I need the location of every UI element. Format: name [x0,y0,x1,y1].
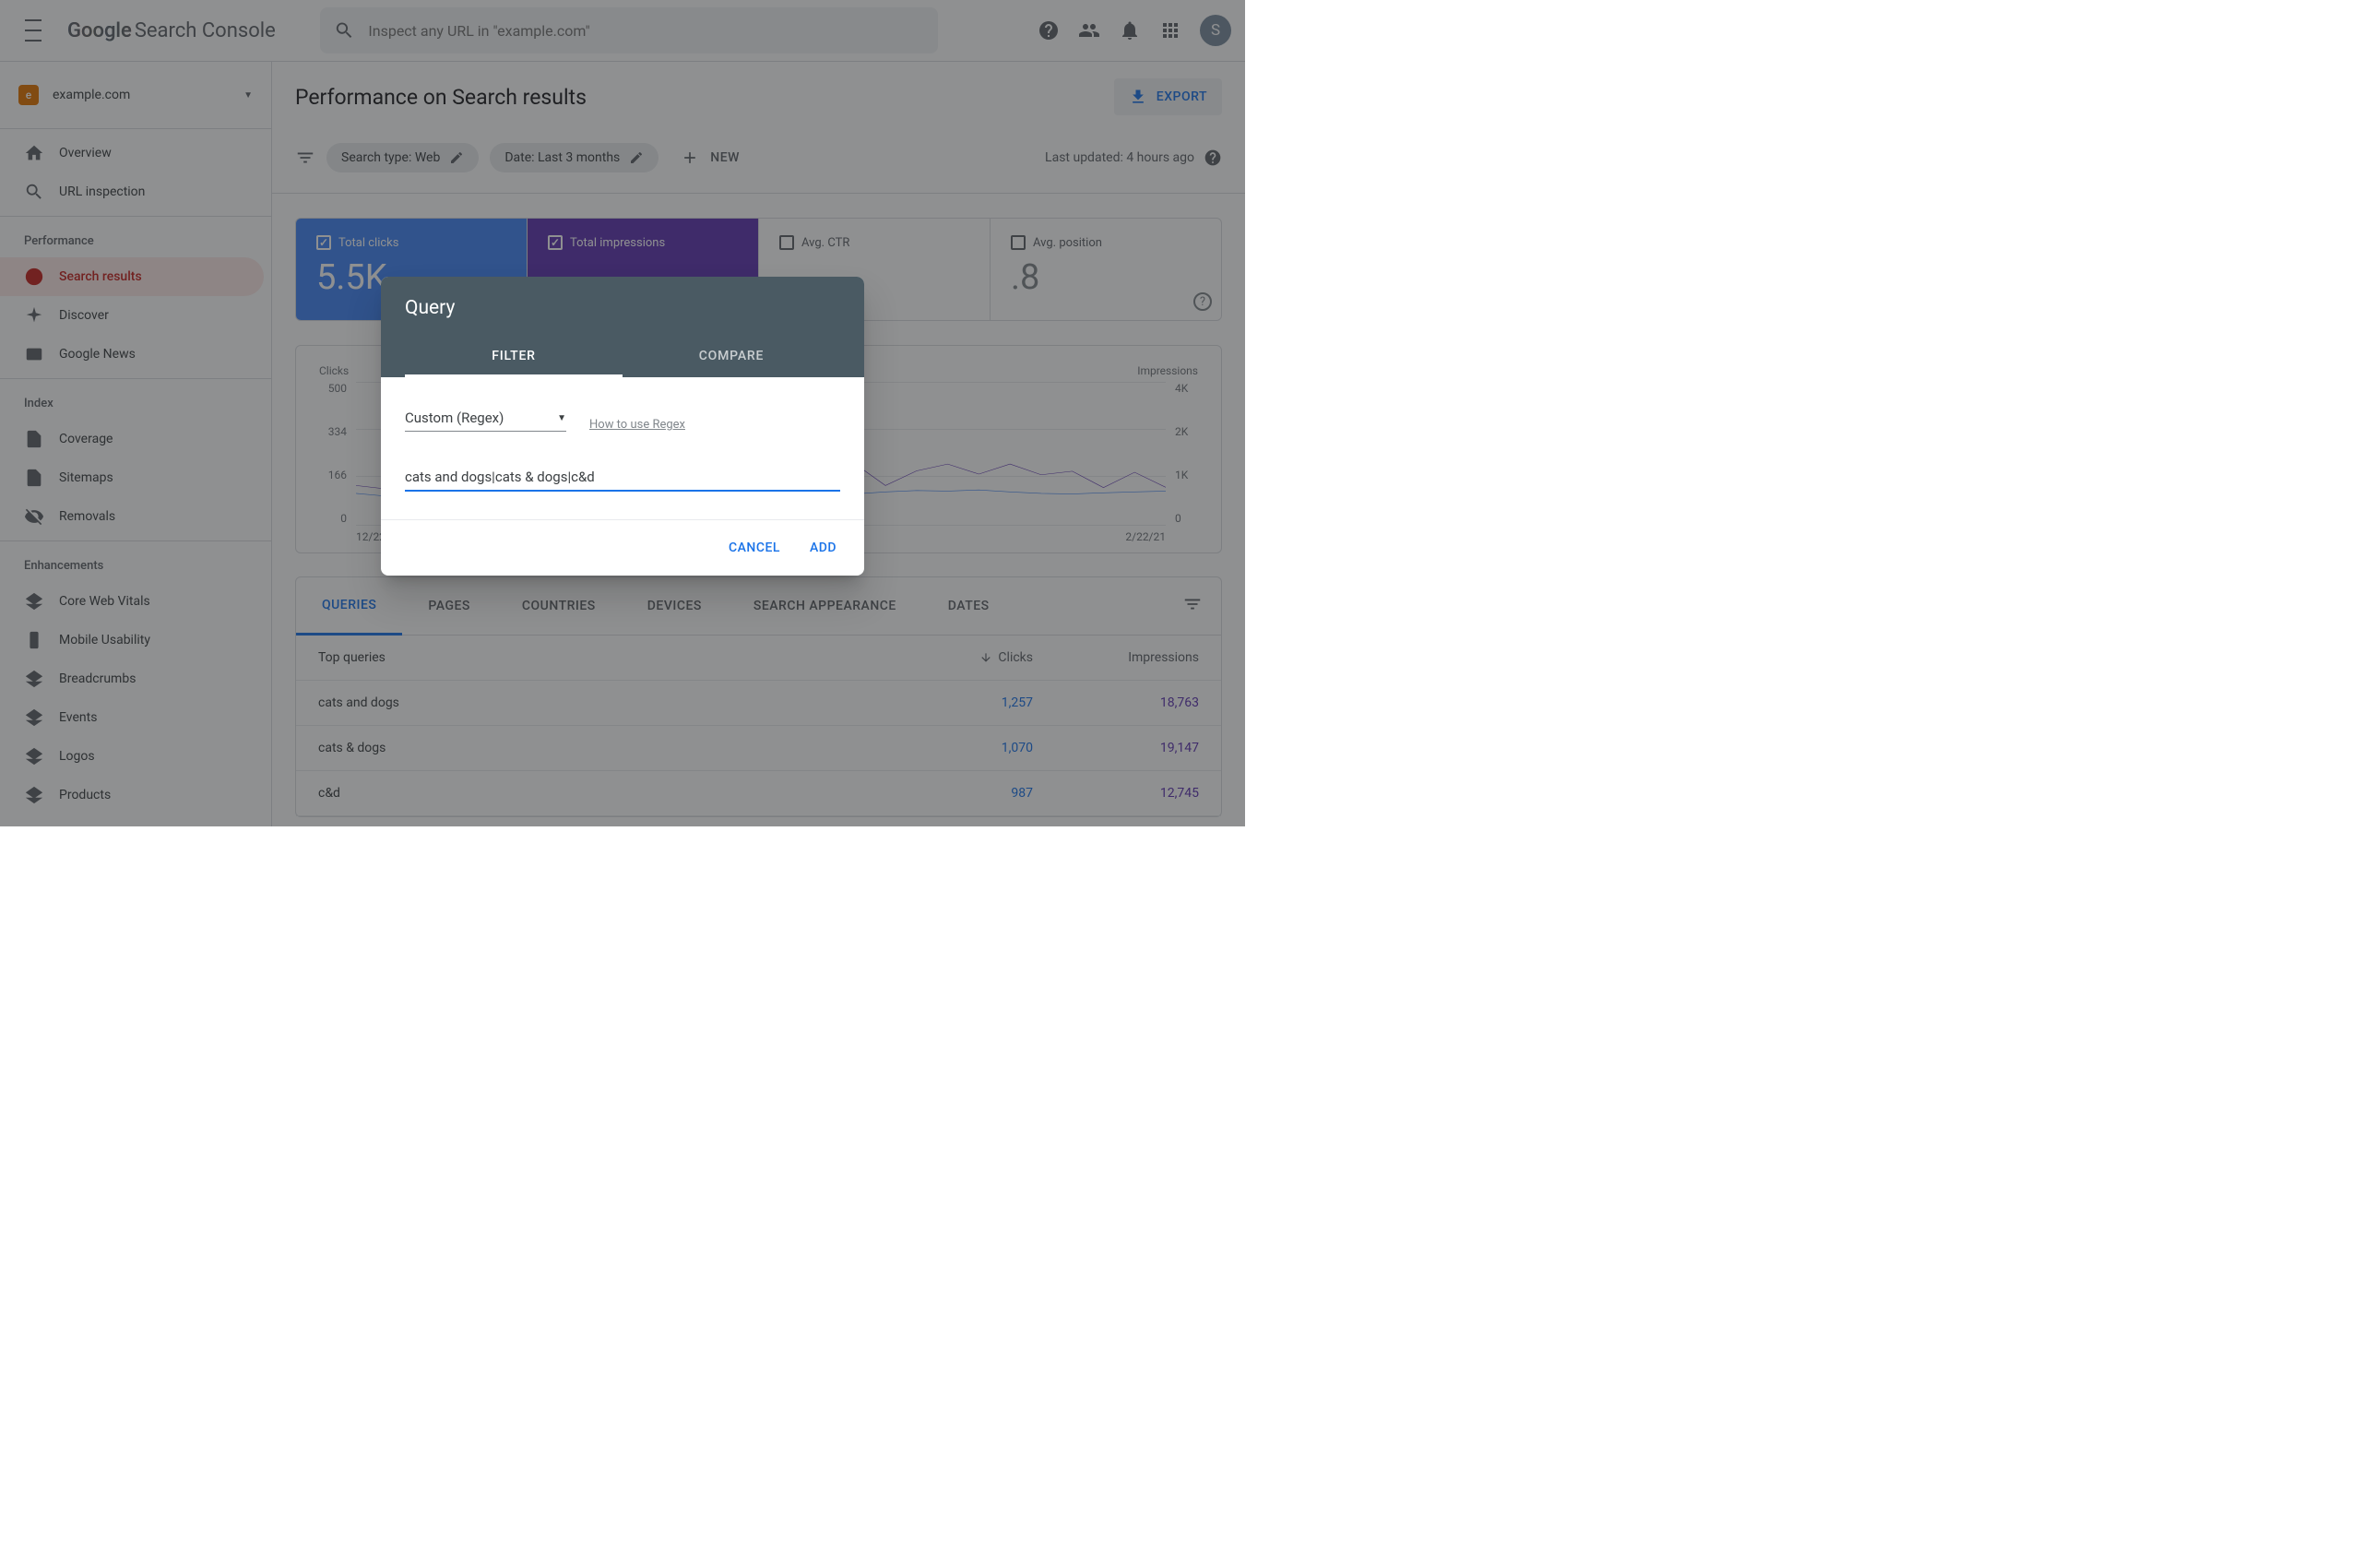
modal-title: Query [405,297,840,319]
add-button[interactable]: ADD [799,533,848,563]
filter-type-select[interactable]: Custom (Regex) ▼ [405,405,566,432]
chevron-down-icon: ▼ [557,413,566,423]
cancel-button[interactable]: CANCEL [718,533,791,563]
modal-tab-filter[interactable]: FILTER [405,338,623,377]
query-filter-modal: Query FILTER COMPARE Custom (Regex) ▼ Ho… [381,277,864,576]
regex-input[interactable] [405,464,840,492]
modal-tab-compare[interactable]: COMPARE [623,338,840,377]
regex-help-link[interactable]: How to use Regex [589,418,685,432]
